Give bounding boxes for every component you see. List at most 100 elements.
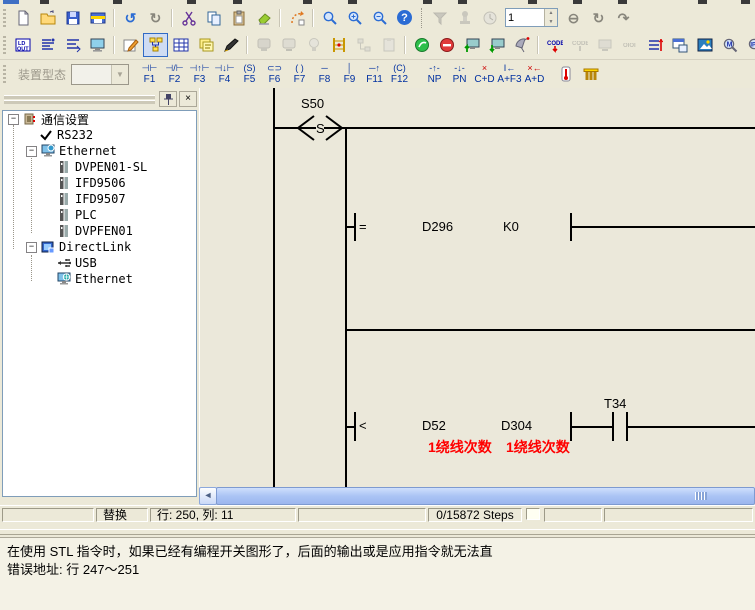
registers-table-button[interactable] [168, 33, 193, 57]
tree-item-dvpen01-sl[interactable]: DVPEN01-SL [3, 159, 196, 175]
expander-icon[interactable]: − [26, 242, 37, 253]
toolbar-grip[interactable] [3, 9, 6, 27]
stl-step-contact[interactable]: S [294, 115, 346, 141]
download-button[interactable] [484, 33, 509, 57]
force-on-button[interactable] [251, 33, 276, 57]
coil-set-button[interactable]: (S)F5 [237, 61, 262, 88]
pn-button[interactable]: -↓-PN [447, 61, 472, 88]
new-file-button[interactable] [10, 6, 35, 30]
compare2-operand2[interactable]: D304 [501, 418, 532, 433]
monitor-mode-button[interactable] [85, 33, 110, 57]
undo-button[interactable]: ↺ [118, 6, 143, 30]
compile-button[interactable]: CODE [542, 33, 567, 57]
online-monitor-button[interactable] [592, 33, 617, 57]
communication-button[interactable] [509, 33, 534, 57]
tree-item-ifd9506[interactable]: IFD9506 [3, 175, 196, 191]
t34-contact-bar-left[interactable] [612, 412, 614, 441]
coil-button[interactable]: ⊂⊃F6 [262, 61, 287, 88]
dropdown-arrow-icon[interactable]: ▼ [111, 65, 128, 84]
tree-item-directlink[interactable]: − DirectLink [3, 239, 196, 255]
filter-button[interactable] [427, 6, 452, 30]
tree-item-usb[interactable]: USB [3, 255, 196, 271]
compare-operand1[interactable]: D296 [422, 219, 453, 234]
instruction-mode-button[interactable] [35, 33, 60, 57]
api-wizard-button[interactable] [578, 62, 603, 86]
sfc-check-button[interactable] [351, 33, 376, 57]
tree-item-ifd9507[interactable]: IFD9507 [3, 191, 196, 207]
tree-item-plc[interactable]: PLC [3, 207, 196, 223]
compare-operand2[interactable]: K0 [503, 219, 519, 234]
remove-button[interactable]: ⊖ [561, 6, 586, 30]
ladder-editor[interactable]: S50 S = D296 K0 < D52 D304 T34 1绕线次数 1绕线… [199, 88, 755, 487]
tree-item-rs232[interactable]: RS232 [3, 127, 196, 143]
comment-mode-button[interactable] [60, 33, 85, 57]
sfc-mode-button[interactable] [143, 33, 168, 57]
panel-divider[interactable] [0, 529, 755, 535]
upload-button[interactable] [459, 33, 484, 57]
insert-cell-button[interactable]: I←A+F3 [497, 61, 522, 88]
clipboard-view-button[interactable] [376, 33, 401, 57]
panel-grip[interactable] [4, 95, 155, 99]
tree-item-ethernet[interactable]: − Ethernet [3, 143, 196, 159]
stop-button[interactable] [434, 33, 459, 57]
device-type-select[interactable]: ▼ [71, 64, 129, 85]
jump-button[interactable]: ↷ [611, 6, 636, 30]
scrollbar-thumb[interactable] [216, 487, 755, 505]
paste-button[interactable] [226, 6, 251, 30]
expander-icon[interactable]: − [26, 146, 37, 157]
panel-pin-button[interactable] [159, 91, 177, 107]
open-file-button[interactable] [35, 6, 60, 30]
toolbar-grip[interactable] [3, 65, 6, 83]
panel-grip[interactable] [4, 100, 155, 104]
hint-bulb-button[interactable] [301, 33, 326, 57]
rising-pulse-button[interactable]: ─↑F11 [362, 61, 387, 88]
toolbar-grip[interactable] [3, 36, 6, 54]
contact-nc-button[interactable]: ⊣/⊢F2 [162, 61, 187, 88]
erase-button[interactable] [251, 6, 276, 30]
compare-button[interactable] [642, 33, 667, 57]
device-comment-button[interactable] [193, 33, 218, 57]
ladder-check-button[interactable] [326, 33, 351, 57]
zoom-out-button[interactable] [367, 6, 392, 30]
compare-contact-left-bar[interactable] [354, 213, 356, 241]
compare2-operand1[interactable]: D52 [422, 418, 446, 433]
panel-close-button[interactable]: × [179, 91, 197, 107]
help-button[interactable]: ? [392, 6, 417, 30]
tree-item-comm-settings[interactable]: − 通信设置 [3, 111, 196, 127]
cut-button[interactable] [176, 6, 201, 30]
redo-button[interactable]: ↻ [143, 6, 168, 30]
find-device-button[interactable]: M [717, 33, 742, 57]
delete-vline-button[interactable]: ×C+D [472, 61, 497, 88]
save-project-button[interactable] [85, 6, 110, 30]
np-button[interactable]: -↑-NP [422, 61, 447, 88]
step-spinner-buttons[interactable]: ▲ ▼ [544, 9, 557, 26]
compare2-contact-left-bar[interactable] [354, 412, 356, 441]
new-window-button[interactable] [667, 33, 692, 57]
spin-up-icon[interactable]: ▲ [545, 9, 557, 18]
step-spinner-input[interactable] [506, 9, 544, 26]
refresh-button[interactable]: ↻ [586, 6, 611, 30]
delete-cell-button[interactable]: ×←A+D [522, 61, 547, 88]
spin-down-icon[interactable]: ▼ [545, 18, 557, 27]
find-button[interactable] [317, 6, 342, 30]
goto-button[interactable] [284, 6, 309, 30]
copy-button[interactable] [201, 6, 226, 30]
contact-falling-button[interactable]: ⊣↓⊢F4 [212, 61, 237, 88]
clock-button[interactable] [477, 6, 502, 30]
simulator-button[interactable] [692, 33, 717, 57]
find-ip-button[interactable]: IP [742, 33, 755, 57]
horizontal-scrollbar[interactable]: ◄ [199, 487, 755, 503]
run-button[interactable] [409, 33, 434, 57]
counter-button[interactable]: (C)F12 [387, 61, 412, 88]
compile2-button[interactable]: CODE [567, 33, 592, 57]
force-off-button[interactable] [276, 33, 301, 57]
ladder-mode-button[interactable]: LDOUT [10, 33, 35, 57]
application-instruction-button[interactable]: ( )F7 [287, 61, 312, 88]
tree-item-dvpfen01[interactable]: DVPFEN01 [3, 223, 196, 239]
contact-rising-button[interactable]: ⊣↑⊢F3 [187, 61, 212, 88]
zoom-in-button[interactable] [342, 6, 367, 30]
thermometer-button[interactable] [553, 62, 578, 86]
vline-button[interactable]: │F9 [337, 61, 362, 88]
scroll-left-button[interactable]: ◄ [199, 487, 217, 505]
annotation-pen-button[interactable] [218, 33, 243, 57]
